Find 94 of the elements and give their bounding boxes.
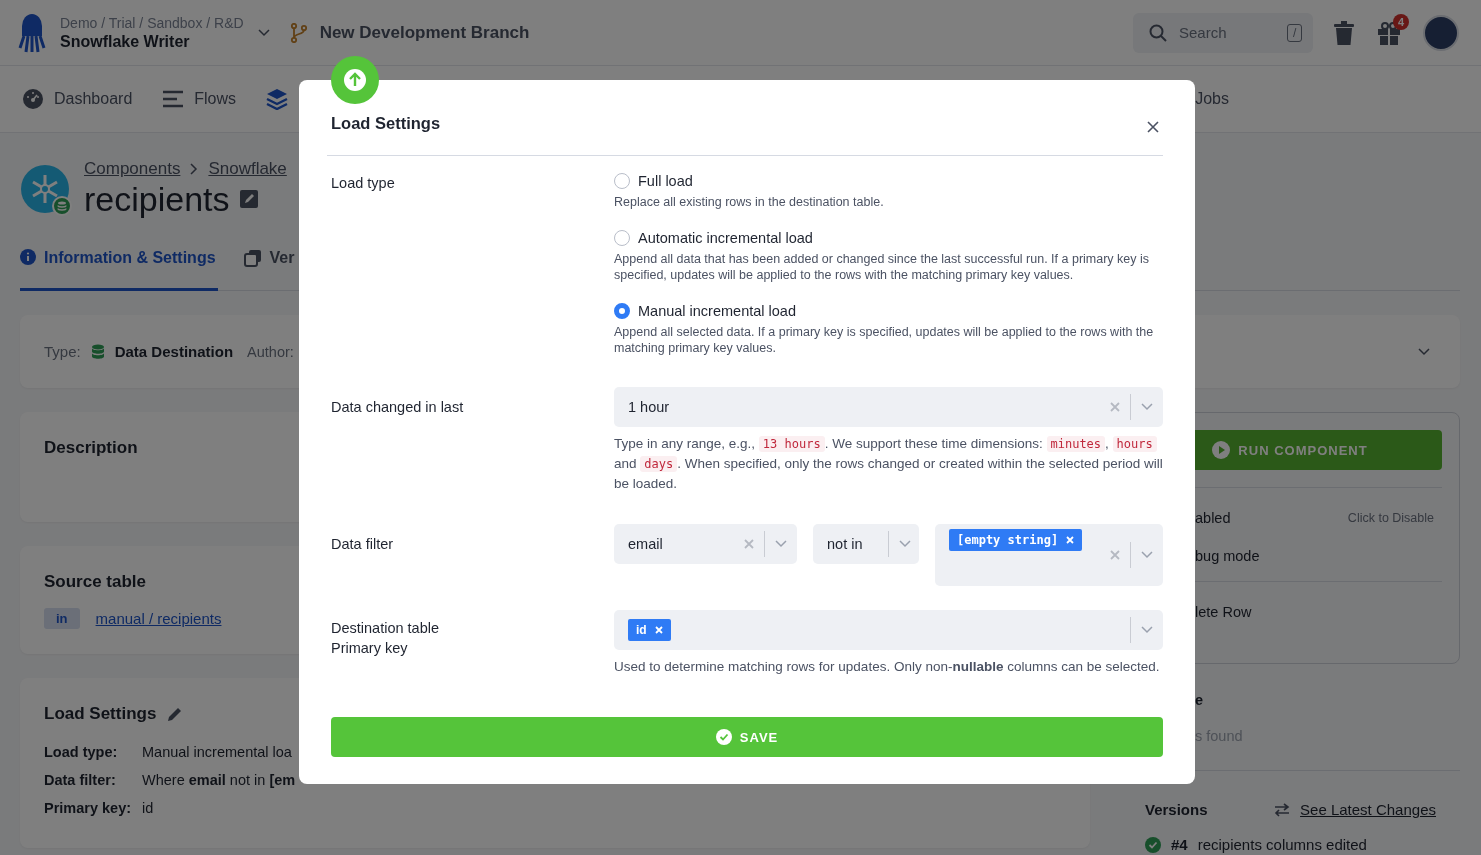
value-tag[interactable]: id: [628, 619, 671, 641]
user-avatar[interactable]: [1423, 14, 1459, 51]
multi-select-field[interactable]: id: [614, 610, 1163, 650]
close-button[interactable]: [1147, 121, 1159, 133]
modal-title: Load Settings: [331, 114, 441, 133]
select-field[interactable]: 1 hour: [614, 387, 1163, 427]
select-field[interactable]: email: [614, 524, 797, 564]
setting-label: Load type:: [44, 743, 119, 762]
delete-row-label[interactable]: lete Row: [1195, 604, 1252, 620]
section-title: e: [1195, 692, 1205, 708]
field-label: Destination table: [331, 619, 440, 638]
clear-icon: [1110, 402, 1120, 412]
search-icon: [1149, 23, 1167, 42]
value-tag[interactable]: [empty string]: [949, 529, 1083, 551]
version-number: #4: [1171, 836, 1188, 853]
option-label[interactable]: Automatic incremental load: [638, 230, 813, 246]
table-link[interactable]: manual / recipients: [95, 610, 222, 627]
remove-icon: [1066, 536, 1075, 544]
check-circle-icon: [1145, 836, 1161, 853]
field-label: Load type: [331, 174, 396, 193]
option-description: Append all selected data. If a primary key is specified, updates will be applied to the rows with the matching primary key values.: [614, 324, 1155, 356]
tab[interactable]: Information & Settings: [20, 245, 218, 291]
field-label: Data changed in last: [331, 398, 465, 417]
chevron-down-icon: [1141, 403, 1153, 411]
close-icon: [1147, 121, 1159, 133]
nav-item[interactable]: [266, 88, 289, 110]
author-label: Author:: [247, 343, 294, 360]
setting-label: Primary key:: [44, 799, 133, 818]
clear-icon: [744, 539, 754, 549]
nav-item[interactable]: Jobs: [1195, 90, 1229, 108]
input-tag: in: [44, 608, 80, 629]
check-circle-icon: [715, 729, 732, 745]
project-name: Snowflake Writer: [60, 31, 191, 52]
field-label: Data filter: [331, 535, 395, 554]
menu-lines-icon: [162, 88, 185, 110]
edit-icon[interactable]: [239, 190, 258, 208]
setting-value: id: [142, 799, 154, 818]
version-message: recipients columns edited: [1197, 836, 1367, 853]
card-title: Source table: [44, 572, 147, 592]
radio-button[interactable]: [614, 230, 630, 246]
option-label[interactable]: Manual incremental load: [638, 303, 796, 319]
chevron-down-icon: [1141, 551, 1153, 559]
chevron-down-icon: [775, 540, 787, 548]
branch-icon: [289, 22, 308, 43]
dashboard-icon: [22, 88, 44, 110]
swap-arrows-icon: [1274, 802, 1291, 817]
nav-item[interactable]: Dashboard: [22, 88, 133, 110]
notification-badge: 4: [1393, 13, 1409, 30]
play-icon: [1212, 441, 1231, 459]
section-title: Versions: [1145, 801, 1208, 818]
shortcut-key: /: [1287, 23, 1303, 42]
tab[interactable]: Ver: [243, 245, 295, 291]
nav-item[interactable]: Flows: [162, 88, 237, 110]
radio-button[interactable]: [614, 303, 630, 319]
option-description: Append all data that has been added or changed since the last successful run. If a primary key is specified, updates will be applied to the rows with the matching primary key values.: [614, 251, 1151, 283]
chevron-down-icon[interactable]: [1418, 347, 1430, 356]
help-text: Used to determine matching rows for updates. Only non-nullable columns can be selected.: [614, 658, 1161, 676]
info-icon: [20, 249, 36, 265]
option-label[interactable]: Full load: [638, 173, 693, 189]
project-path: Demo / Trial / Sandbox / R&D: [60, 13, 244, 32]
radio-button[interactable]: [614, 173, 630, 189]
page-title: recipients: [84, 179, 230, 219]
remove-icon: [654, 626, 663, 634]
trash-icon[interactable]: [1333, 20, 1355, 45]
field-label: Primary key: [331, 639, 409, 658]
type-value: Data Destination: [114, 343, 234, 360]
layers-icon: [266, 88, 289, 110]
search-input[interactable]: Search: [1177, 23, 1277, 42]
setting-label: Data filter:: [44, 771, 117, 790]
chevron-down-icon: [1141, 626, 1153, 634]
save-button[interactable]: SAVE: [331, 717, 1163, 757]
changes-link[interactable]: See Latest Changes: [1300, 801, 1436, 818]
option-description: Replace all existing rows in the destination table.: [614, 194, 885, 210]
clear-icon: [1110, 550, 1120, 560]
search-field[interactable]: Search /: [1133, 12, 1313, 53]
card-title: Load Settings: [44, 704, 157, 724]
breadcrumb-link[interactable]: Snowflake: [208, 159, 287, 179]
copy-icon: [243, 249, 262, 267]
chevron-down-icon: [899, 540, 911, 548]
setting-value: Manual incremental loa: [142, 743, 292, 762]
chevron-down-icon[interactable]: [257, 28, 270, 37]
branch-name: New Development Branch: [319, 22, 530, 43]
octopus-logo-icon: [18, 11, 46, 54]
type-label: Type:: [44, 343, 81, 360]
status-label: abled: [1195, 510, 1231, 526]
chevron-right-icon: [190, 163, 199, 175]
breadcrumb-link[interactable]: Components: [84, 159, 181, 179]
disable-link[interactable]: Click to Disable: [1347, 511, 1434, 525]
setting-value: Where email not in [em: [142, 771, 296, 790]
multi-select-field[interactable]: [empty string]: [935, 524, 1163, 586]
select-field[interactable]: not in: [813, 524, 919, 564]
database-badge-icon: [52, 196, 72, 216]
card-title: Description: [44, 438, 138, 458]
database-icon: [90, 343, 105, 360]
